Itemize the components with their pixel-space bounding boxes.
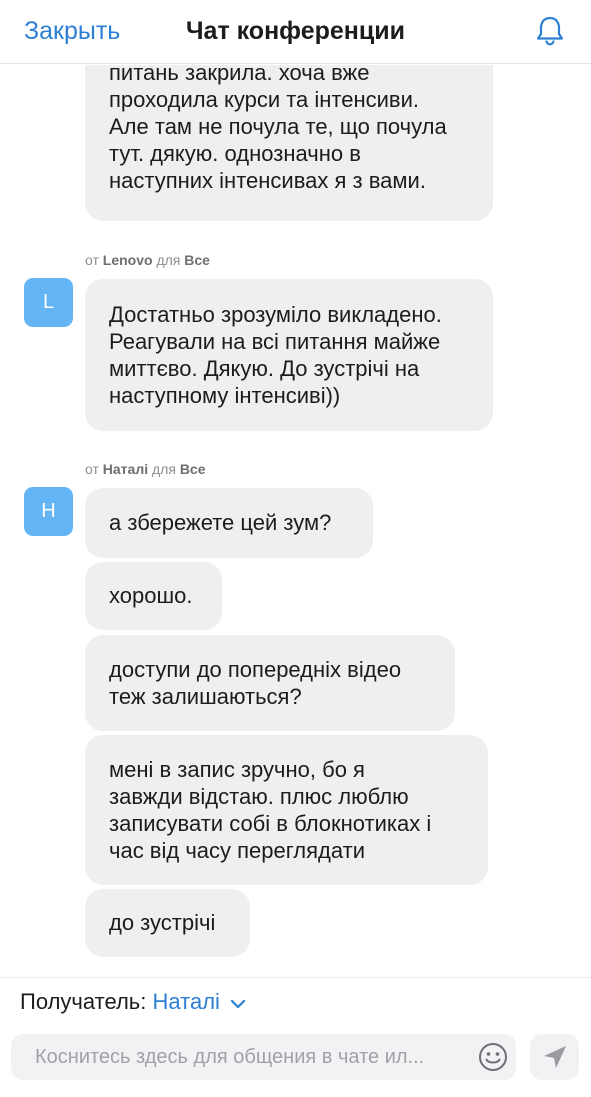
from-prefix: от	[85, 461, 99, 477]
message-input[interactable]	[25, 1034, 465, 1080]
to-prefix: для	[152, 461, 176, 477]
message-bubble: хорошо.	[85, 562, 222, 630]
page-title: Чат конференции	[185, 17, 406, 45]
message-bubble: питань закрила. хоча вже проходила курси…	[85, 65, 493, 221]
message-bubble: Достатньо зрозуміло викладено. Реагували…	[85, 279, 493, 431]
to-prefix: для	[156, 252, 181, 268]
message-bubble: доступи до попередніх відео теж залишают…	[85, 635, 455, 731]
recipient-name: Все	[179, 461, 206, 477]
from-prefix: от	[85, 252, 99, 268]
recipient-label: Получатель:	[20, 989, 147, 1014]
message-sender-line: от Наталі для Все	[85, 460, 206, 478]
message-input-container	[11, 1034, 516, 1080]
send-button[interactable]	[530, 1034, 579, 1080]
recipient-name: Все	[184, 252, 210, 268]
recipient-value[interactable]: Наталі	[153, 989, 220, 1014]
chat-messages[interactable]: питань закрила. хоча вже проходила курси…	[0, 65, 591, 977]
avatar: L	[24, 278, 73, 327]
chat-footer: Получатель: Наталі	[0, 977, 591, 1097]
chevron-down-icon[interactable]	[230, 989, 246, 1017]
sender-name: Lenovo	[102, 252, 153, 268]
message-bubble: мені в запис зручно, бо я завжди відстаю…	[85, 735, 488, 885]
message-sender-line: от Lenovo для Все	[85, 251, 210, 269]
bell-icon[interactable]	[533, 14, 567, 48]
message-bubble: а збережете цей зум?	[85, 488, 373, 558]
send-icon	[544, 1046, 566, 1068]
avatar: Н	[24, 487, 73, 536]
message-bubble: до зустрічі	[85, 889, 250, 957]
header: Закрыть Чат конференции	[0, 0, 591, 64]
recipient-selector[interactable]: Получатель: Наталі	[20, 988, 246, 1017]
emoji-icon[interactable]	[478, 1042, 508, 1072]
sender-name: Наталі	[102, 461, 149, 477]
